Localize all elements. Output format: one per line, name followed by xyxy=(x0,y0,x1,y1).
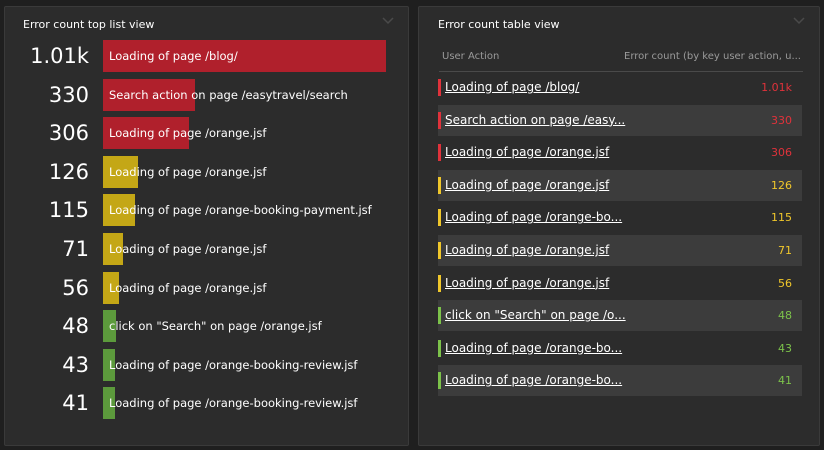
user-action-link[interactable]: Loading of page /orange-bo... xyxy=(445,202,622,233)
list-item[interactable]: 41 Loading of page /orange-booking-review… xyxy=(5,387,405,420)
table-panel: Error count table view User Action Error… xyxy=(418,6,820,446)
error-count-value: 43 xyxy=(778,341,792,355)
status-indicator xyxy=(438,372,441,390)
chevron-down-icon[interactable] xyxy=(793,16,805,26)
error-count-value: 1.01k xyxy=(761,81,792,94)
user-action-link[interactable]: Loading of page /orange.jsf xyxy=(445,170,609,201)
list-item-label: Search action on page /easytravel/search xyxy=(109,87,348,102)
user-action-link[interactable]: Loading of page /orange.jsf xyxy=(445,235,609,266)
list-item-label: Loading of page /orange.jsf xyxy=(109,164,267,179)
error-count-value: 56 xyxy=(778,276,792,290)
top-list-title: Error count top list view xyxy=(23,18,155,31)
list-item-value: 56 xyxy=(62,275,89,300)
error-count-value: 48 xyxy=(778,309,792,323)
error-count-value: 126 xyxy=(771,178,792,192)
list-item-label: Loading of page /orange-booking-payment.… xyxy=(109,203,372,218)
user-action-link[interactable]: Loading of page /blog/ xyxy=(445,72,579,103)
list-item-label: Loading of page /orange-booking-review.j… xyxy=(109,396,358,411)
table-row[interactable]: click on "Search" on page /o... 48 xyxy=(438,300,802,332)
list-item-value: 126 xyxy=(48,159,89,184)
top-list-panel: Error count top list view 1.01k Loading o… xyxy=(4,6,409,446)
list-item-value: 71 xyxy=(62,237,89,261)
error-count-value: 115 xyxy=(771,211,792,225)
list-item-label: Loading of page /orange-booking-review.j… xyxy=(109,357,358,372)
status-indicator xyxy=(438,79,441,96)
list-item[interactable]: 1.01k Loading of page /blog/ xyxy=(5,40,405,72)
list-item-label: Loading of page /orange.jsf xyxy=(109,280,267,295)
list-item-label: Loading of page /orange.jsf xyxy=(109,242,267,256)
table-row[interactable]: Loading of page /orange-bo... 43 xyxy=(438,333,802,364)
status-indicator xyxy=(438,144,441,162)
list-item-label: Loading of page /blog/ xyxy=(109,49,238,63)
list-item-label: Loading of page /orange.jsf xyxy=(109,126,267,141)
column-header-user-action[interactable]: User Action xyxy=(442,51,499,62)
table-row[interactable]: Loading of page /orange-bo... 41 xyxy=(438,365,802,397)
list-item[interactable]: 126 Loading of page /orange.jsf xyxy=(5,155,405,188)
list-item[interactable]: 43 Loading of page /orange-booking-review… xyxy=(5,348,405,381)
table-row[interactable]: Loading of page /orange.jsf 71 xyxy=(438,235,802,266)
user-action-link[interactable]: Loading of page /orange.jsf xyxy=(445,137,609,168)
error-count-value: 306 xyxy=(771,146,792,160)
user-action-link[interactable]: Loading of page /orange.jsf xyxy=(445,268,609,299)
table-row[interactable]: Loading of page /orange.jsf 126 xyxy=(438,169,802,201)
user-action-link[interactable]: click on "Search" on page /o... xyxy=(445,300,626,331)
table-row[interactable]: Loading of page /orange.jsf 306 xyxy=(438,137,802,168)
status-indicator xyxy=(438,209,441,227)
list-item[interactable]: 48 click on "Search" on page /orange.jsf xyxy=(5,310,405,343)
user-action-link[interactable]: Loading of page /orange-bo... xyxy=(445,365,622,396)
list-item-value: 306 xyxy=(48,121,89,146)
chevron-down-icon[interactable] xyxy=(382,16,394,26)
status-indicator xyxy=(438,307,441,325)
error-count-value: 41 xyxy=(778,374,792,388)
list-item[interactable]: 71 Loading of page /orange.jsf xyxy=(5,233,405,265)
list-item[interactable]: 56 Loading of page /orange.jsf xyxy=(5,271,405,304)
list-item-value: 330 xyxy=(48,82,89,107)
list-item[interactable]: 115 Loading of page /orange-booking-payme… xyxy=(5,194,405,227)
table-row[interactable]: Search action on page /easy... 330 xyxy=(438,104,802,136)
list-item-value: 43 xyxy=(62,352,89,377)
user-action-link[interactable]: Loading of page /orange-bo... xyxy=(445,333,622,364)
table-row[interactable]: Loading of page /orange.jsf 56 xyxy=(438,268,802,299)
status-indicator xyxy=(438,339,441,357)
list-item[interactable]: 306 Loading of page /orange.jsf xyxy=(5,117,405,150)
list-item[interactable]: 330 Search action on page /easytravel/sea… xyxy=(5,78,405,111)
error-count-value: 330 xyxy=(771,113,792,127)
status-indicator xyxy=(438,242,441,259)
list-item-value: 115 xyxy=(48,198,89,223)
table-row[interactable]: Loading of page /blog/1.01k xyxy=(438,72,802,103)
list-item-value: 41 xyxy=(62,391,89,416)
list-item-label: click on "Search" on page /orange.jsf xyxy=(109,319,322,334)
status-indicator xyxy=(438,111,441,129)
status-indicator xyxy=(438,274,441,292)
user-action-link[interactable]: Search action on page /easy... xyxy=(445,105,625,136)
list-item-value: 48 xyxy=(62,314,89,339)
column-header-error-count[interactable]: Error count (by key user action, u... xyxy=(624,51,801,62)
table-title: Error count table view xyxy=(438,18,560,31)
status-indicator xyxy=(438,176,441,194)
error-count-value: 71 xyxy=(778,244,792,257)
table-row[interactable]: Loading of page /orange-bo... 115 xyxy=(438,202,802,233)
list-item-value: 1.01k xyxy=(30,44,89,68)
